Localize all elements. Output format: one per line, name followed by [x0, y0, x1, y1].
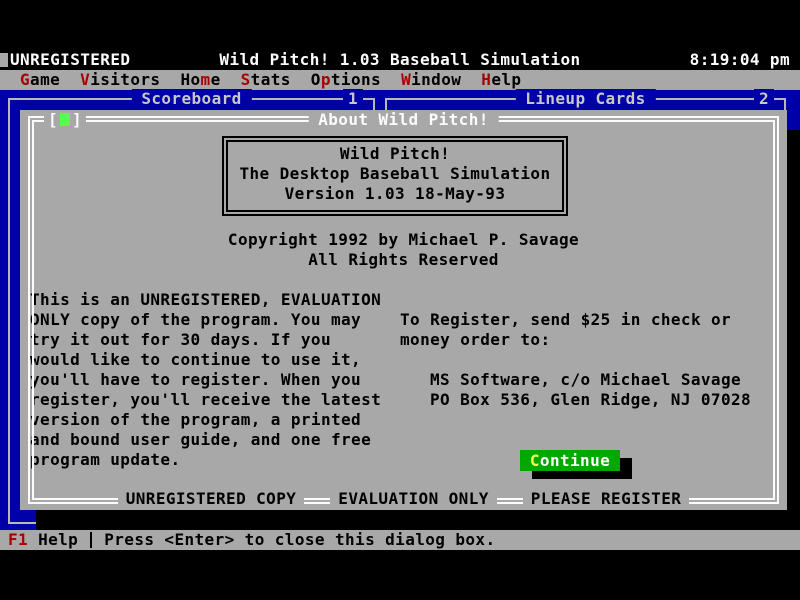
evaluation-notice: This is an UNREGISTERED, EVALUATION ONLY…: [30, 290, 381, 470]
desktop: Scoreboard 1 Lineup Cards 2 [] About Wil…: [0, 90, 800, 530]
help-hint-label[interactable]: Help: [38, 530, 78, 550]
menu-home[interactable]: Home: [180, 70, 220, 90]
title-bar: UNREGISTERED Wild Pitch! 1.03 Baseball S…: [0, 50, 800, 70]
close-icon: [60, 113, 70, 126]
status-divider: [90, 532, 92, 548]
about-dialog: [] About Wild Pitch! Wild Pitch! The Des…: [20, 110, 787, 510]
status-message: Press <Enter> to close this dialog box.: [104, 530, 495, 550]
copyright-block: Copyright 1992 by Michael P. Savage All …: [20, 230, 787, 270]
rights-line: All Rights Reserved: [20, 250, 787, 270]
register-address: MS Software, c/o Michael Savage PO Box 5…: [430, 370, 751, 410]
program-version: Version 1.03 18-May-93: [228, 184, 562, 204]
menu-options[interactable]: Options: [311, 70, 381, 90]
clock: 8:19:04 pm: [690, 50, 790, 70]
window-scoreboard-title: Scoreboard: [131, 89, 251, 109]
dialog-shadow-bottom: [36, 510, 787, 530]
badge-evaluation-only: EVALUATION ONLY: [330, 489, 497, 509]
menu-game[interactable]: Game: [20, 70, 60, 90]
badge-please-register: PLEASE REGISTER: [523, 489, 690, 509]
window-lineup-cards-title: Lineup Cards: [515, 89, 655, 109]
window-lineup-cards-number: 2: [754, 89, 774, 109]
continue-button[interactable]: Continue: [520, 450, 620, 471]
copyright-line: Copyright 1992 by Michael P. Savage: [20, 230, 787, 250]
menu-help[interactable]: Help: [481, 70, 521, 90]
status-bar: F1 Help Press <Enter> to close this dial…: [0, 530, 800, 550]
dialog-shadow-right: [787, 130, 800, 530]
menu-bar: Game Visitors Home Stats Options Window …: [0, 70, 800, 90]
menu-visitors[interactable]: Visitors: [80, 70, 160, 90]
program-name: Wild Pitch!: [228, 144, 562, 164]
app-title: Wild Pitch! 1.03 Baseball Simulation: [0, 50, 800, 70]
dos-screen: UNREGISTERED Wild Pitch! 1.03 Baseball S…: [0, 50, 800, 550]
window-scoreboard-number: 1: [343, 89, 363, 109]
badge-unregistered-copy: UNREGISTERED COPY: [118, 489, 305, 509]
dialog-footer-badges: UNREGISTERED COPY EVALUATION ONLY PLEASE…: [20, 489, 787, 509]
f1-key-hint[interactable]: F1: [8, 530, 28, 550]
menu-stats[interactable]: Stats: [241, 70, 291, 90]
program-subtitle: The Desktop Baseball Simulation: [228, 164, 562, 184]
version-box: Wild Pitch! The Desktop Baseball Simulat…: [222, 136, 568, 216]
register-instructions: To Register, send $25 in check or money …: [400, 310, 731, 350]
dialog-title: About Wild Pitch!: [308, 110, 499, 130]
dialog-close-button[interactable]: []: [44, 110, 86, 130]
menu-window[interactable]: Window: [401, 70, 461, 90]
